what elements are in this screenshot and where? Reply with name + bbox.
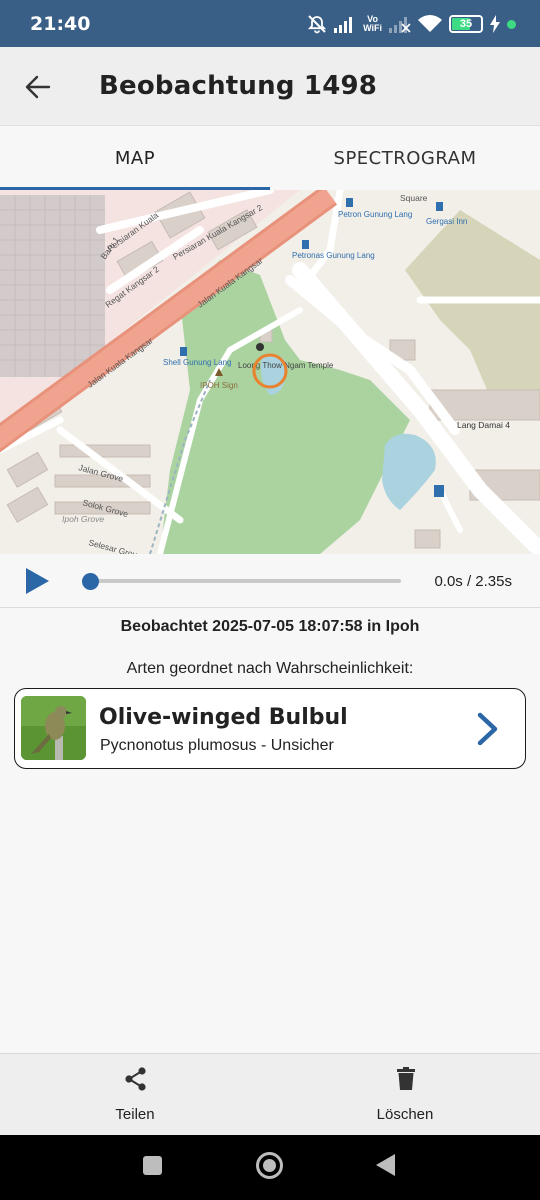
privacy-dot (507, 19, 516, 29)
bottom-action-bar: Teilen Löschen (0, 1053, 540, 1135)
mute-bell-icon (307, 14, 327, 34)
fuel-icon (346, 198, 353, 207)
map-label-lang-damai: Lang Damai 4 (457, 420, 510, 430)
status-bar: 21:40 Vo WiFi 35 (0, 0, 540, 47)
map-tile-placeholder (0, 195, 105, 377)
signal-icon (334, 15, 356, 33)
bird-thumbnail (21, 696, 86, 760)
map-view[interactable]: Jalan Kuala Kangsar Jalan Kuala Kangsar … (0, 190, 540, 554)
arrow-back-icon (25, 75, 51, 99)
temple-icon (256, 343, 264, 351)
charging-icon (490, 15, 500, 33)
share-label: Teilen (115, 1106, 155, 1123)
species-card[interactable]: Olive-winged Bulbul Pycnonotus plumosus … (14, 688, 526, 769)
species-common-name: Olive-winged Bulbul (99, 705, 348, 730)
wifi-icon (418, 15, 442, 33)
app-bar: Beobachtung 1498 (0, 47, 540, 125)
delete-label: Löschen (376, 1106, 434, 1123)
delete-button[interactable]: Löschen (270, 1054, 540, 1136)
map-label-petronas: Petronas Gunung Lang (292, 251, 375, 260)
vowifi-bottom: WiFi (363, 23, 382, 33)
species-scientific-name: Pycnonotus plumosus - Unsicher (100, 737, 334, 754)
chevron-right-icon[interactable] (475, 711, 501, 747)
map-label-gergasi: Gergasi Inn (426, 217, 467, 226)
fuel-icon (302, 240, 309, 249)
battery-icon: 35 (449, 15, 483, 33)
play-icon (26, 568, 49, 594)
species-sorted-label: Arten geordnet nach Wahrscheinlichkeit: (126, 660, 414, 677)
share-icon (123, 1066, 149, 1092)
system-nav-bar (0, 1135, 540, 1200)
fuel-icon (436, 202, 443, 211)
observed-text: Beobachtet 2025-07-05 18:07:58 in Ipoh (120, 618, 420, 635)
back-button[interactable] (16, 65, 60, 109)
audio-player: 0.0s / 2.35s (0, 554, 540, 608)
tab-bar: MAP SPECTROGRAM (0, 125, 540, 190)
tab-map[interactable]: MAP (0, 126, 270, 191)
map-label-ipoh-grove: Ipoh Grove (62, 514, 104, 524)
playback-time: 0.0s / 2.35s (434, 573, 512, 590)
map-label-ipoh-sign: IPOH Sign (200, 381, 238, 390)
tab-spectrogram[interactable]: SPECTROGRAM (270, 126, 540, 191)
parking-icon (434, 485, 444, 497)
page-title: Beobachtung 1498 (99, 71, 378, 101)
vowifi-icon: Vo WiFi (363, 15, 382, 33)
status-time: 21:40 (30, 13, 91, 35)
home-button[interactable] (256, 1152, 283, 1179)
battery-level: 35 (459, 18, 473, 30)
recents-button[interactable] (143, 1156, 162, 1175)
progress-knob[interactable] (82, 573, 99, 590)
map-label-shell: Shell Gunung Lang (163, 358, 232, 367)
status-icons: Vo WiFi 35 (307, 13, 516, 35)
share-button[interactable]: Teilen (0, 1054, 270, 1136)
nav-back-button[interactable] (376, 1154, 395, 1176)
play-button[interactable] (22, 566, 52, 596)
progress-track[interactable] (90, 579, 401, 583)
fuel-icon (180, 347, 187, 356)
signal-empty-icon (389, 15, 411, 33)
map-label-square: Square (400, 193, 428, 203)
map-label-petron: Petron Gunung Lang (338, 210, 412, 219)
trash-icon (393, 1066, 419, 1092)
